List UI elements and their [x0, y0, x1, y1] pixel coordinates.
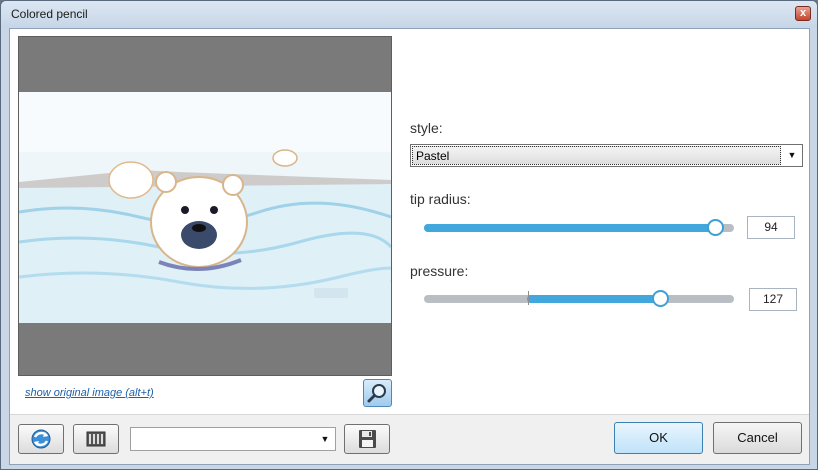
cancel-button[interactable]: Cancel — [713, 422, 802, 454]
window-title: Colored pencil — [11, 7, 88, 21]
preview-panel — [18, 36, 392, 376]
title-bar[interactable]: Colored pencil x — [1, 1, 817, 27]
tip-radius-label: tip radius: — [410, 191, 471, 207]
reset-button[interactable] — [18, 424, 64, 454]
effect-preview-image — [19, 92, 391, 323]
dialog-footer: ▼ OK Cancel — [10, 414, 809, 464]
style-dropdown[interactable]: Pastel ▼ — [410, 144, 803, 167]
floppy-disk-icon — [359, 430, 376, 448]
style-label: style: — [410, 120, 443, 136]
parameters-button[interactable] — [73, 424, 119, 454]
film-strip-icon — [86, 431, 106, 447]
tip-radius-slider-fill — [424, 224, 716, 232]
dialog-window: Colored pencil x show original image (al… — [0, 0, 818, 470]
tip-radius-value-input[interactable]: 94 — [747, 216, 795, 239]
zoom-preview-button[interactable] — [363, 379, 392, 407]
pressure-label: pressure: — [410, 263, 469, 279]
pressure-value-input[interactable]: 127 — [749, 288, 797, 311]
pressure-default-tick — [528, 291, 529, 305]
show-original-link[interactable]: show original image (alt+t) — [25, 387, 154, 399]
preset-dropdown[interactable]: ▼ — [130, 427, 336, 451]
magnifier-icon — [367, 384, 386, 403]
dialog-client: show original image (alt+t) style: Paste… — [9, 28, 810, 465]
tip-radius-slider-thumb[interactable] — [707, 219, 725, 236]
close-button[interactable]: x — [795, 6, 811, 21]
style-selected-value: Pastel — [412, 146, 781, 165]
chevron-down-icon[interactable]: ▼ — [782, 145, 802, 166]
pressure-slider-fill — [527, 295, 660, 303]
pressure-slider-thumb[interactable] — [651, 290, 669, 307]
refresh-icon — [31, 429, 51, 449]
ok-button[interactable]: OK — [614, 422, 703, 454]
save-preset-button[interactable] — [344, 424, 390, 454]
chevron-down-icon[interactable]: ▼ — [317, 428, 333, 450]
polar-bear-sketch-icon — [19, 92, 391, 323]
